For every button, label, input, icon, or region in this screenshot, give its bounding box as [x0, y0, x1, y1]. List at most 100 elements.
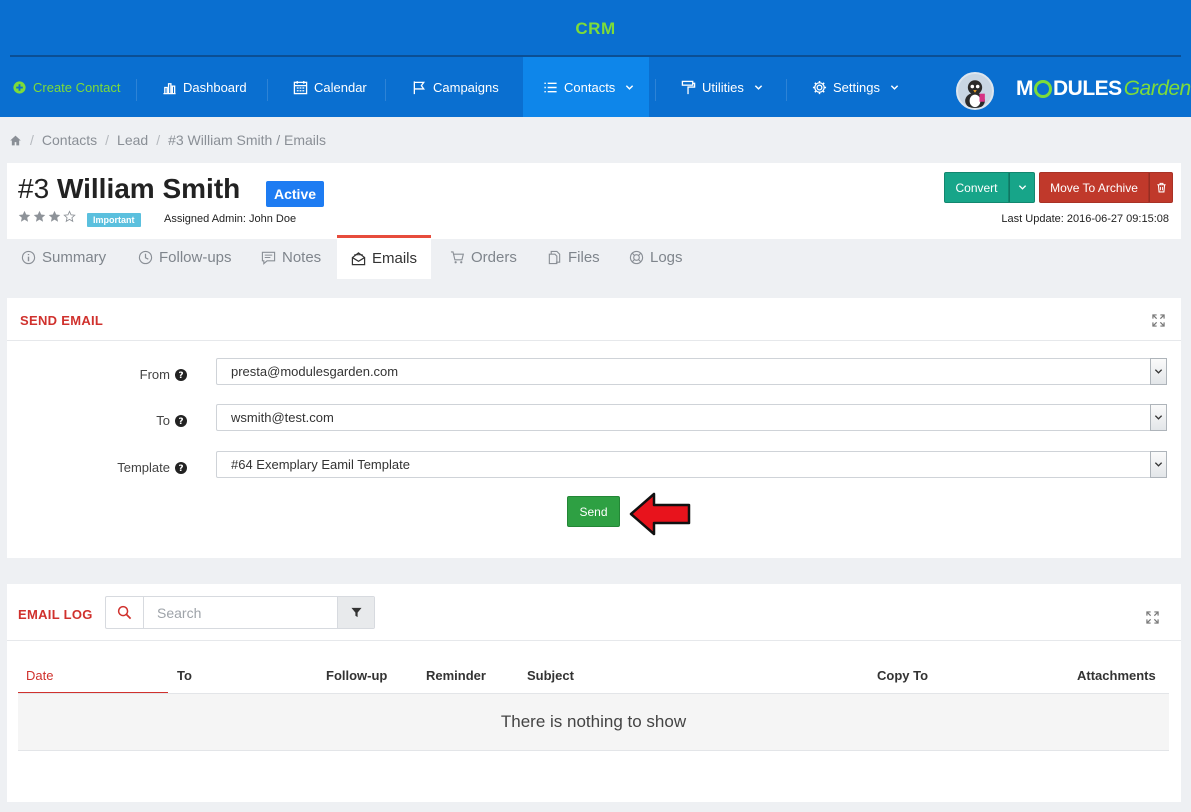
assigned-admin: Assigned Admin: John Doe: [164, 213, 297, 225]
expand-icon[interactable]: [1152, 314, 1165, 327]
nav-campaigns[interactable]: Campaigns: [412, 57, 499, 117]
select-arrow[interactable]: [1150, 404, 1167, 431]
tab-notes-label: Notes: [282, 248, 322, 266]
to-select-value: wsmith@test.com: [231, 410, 334, 425]
star-empty-icon[interactable]: [63, 210, 76, 223]
nav-divider: [136, 79, 137, 101]
rating-stars[interactable]: [18, 210, 76, 223]
column-header-date[interactable]: Date: [26, 668, 53, 683]
send-email-title: SEND EMAIL: [20, 313, 104, 328]
tab-follow-ups[interactable]: Follow-ups: [138, 235, 232, 279]
help-icon[interactable]: ?: [175, 368, 187, 381]
from-label-text: From: [139, 367, 170, 382]
convert-button[interactable]: Convert: [944, 172, 1009, 203]
send-button[interactable]: Send: [567, 496, 620, 527]
nav-create-contact[interactable]: Create Contact: [12, 57, 120, 117]
to-label-text: To: [156, 413, 170, 428]
column-header-to[interactable]: To: [177, 668, 192, 683]
nav-settings-label: Settings: [833, 79, 880, 95]
page-title: #3 William Smith: [18, 173, 240, 205]
tab-orders[interactable]: Orders: [450, 235, 517, 279]
tab-notes[interactable]: Notes: [261, 235, 321, 279]
from-select-value: presta@modulesgarden.com: [231, 364, 399, 379]
tab-files[interactable]: Files: [547, 235, 600, 279]
svg-text:?: ?: [178, 417, 183, 427]
move-to-archive-button[interactable]: Move To Archive: [1039, 172, 1149, 203]
logo-o-ring: [1034, 80, 1052, 98]
life-ring-icon: [629, 250, 644, 264]
envelope-open-icon: [351, 252, 366, 266]
nav-utilities[interactable]: Utilities: [681, 57, 763, 117]
tab-summary-label: Summary: [42, 248, 107, 266]
nav-create-contact-label: Create Contact: [33, 79, 121, 95]
search-group: [105, 596, 375, 629]
nav-contacts[interactable]: Contacts: [523, 57, 649, 117]
nav-calendar[interactable]: Calendar: [293, 57, 367, 117]
template-select-value: #64 Exemplary Eamil Template: [231, 457, 410, 472]
search-icon: [117, 605, 132, 620]
from-label: From ?: [7, 367, 187, 382]
chevron-down-icon: [1154, 415, 1163, 420]
template-select[interactable]: #64 Exemplary Eamil Template: [216, 451, 1167, 478]
chevron-down-icon: [1154, 462, 1163, 467]
flag-icon: [413, 80, 425, 94]
tab-emails[interactable]: Emails: [337, 235, 431, 279]
nav-settings[interactable]: Settings: [812, 57, 899, 117]
nav-utilities-label: Utilities: [702, 79, 744, 95]
logo-text-garden: Garden: [1123, 77, 1191, 100]
list-icon: [544, 82, 557, 92]
from-select[interactable]: presta@modulesgarden.com: [216, 358, 1167, 385]
contact-tabs: Summary Follow-ups Notes Emails Orders F…: [7, 235, 1181, 279]
select-arrow[interactable]: [1150, 358, 1167, 385]
filter-button[interactable]: [337, 597, 374, 628]
breadcrumb-lead[interactable]: Lead: [117, 132, 148, 148]
nav-contacts-label: Contacts: [564, 79, 616, 95]
search-input[interactable]: [145, 597, 337, 628]
star-filled-icon[interactable]: [18, 210, 31, 223]
nav-divider: [267, 79, 268, 101]
avatar[interactable]: [956, 72, 994, 110]
search-button[interactable]: [106, 597, 144, 628]
main-nav: Create Contact Dashboard Calendar Campai…: [0, 57, 1191, 117]
select-arrow[interactable]: [1150, 451, 1167, 478]
nav-divider: [786, 79, 787, 101]
breadcrumb-current: #3 William Smith / Emails: [168, 132, 326, 148]
column-header-attachments[interactable]: Attachments: [1077, 668, 1156, 683]
star-filled-icon[interactable]: [33, 210, 46, 223]
help-icon[interactable]: ?: [175, 461, 187, 474]
top-header: CRM Create Contact Dashboard Calendar Ca…: [0, 0, 1191, 117]
column-header-copy-to[interactable]: Copy To: [877, 668, 928, 683]
convert-dropdown-button[interactable]: [1009, 172, 1035, 203]
tab-orders-label: Orders: [471, 248, 517, 266]
column-header-follow-up[interactable]: Follow-up: [326, 668, 387, 683]
nav-divider: [385, 79, 386, 101]
breadcrumb-separator: /: [105, 132, 110, 148]
expand-icon[interactable]: [1146, 611, 1159, 624]
files-icon: [548, 250, 561, 264]
contact-name: William Smith: [56, 173, 241, 204]
clock-icon: [138, 250, 153, 264]
logo-text-dules: DULES: [1053, 77, 1122, 100]
status-badge: Active: [266, 181, 325, 207]
column-header-subject[interactable]: Subject: [527, 668, 574, 683]
tab-summary[interactable]: Summary: [21, 235, 106, 279]
svg-text:?: ?: [178, 464, 183, 474]
nav-dashboard[interactable]: Dashboard: [162, 57, 247, 117]
delete-button[interactable]: [1149, 172, 1173, 203]
logo-text-m: M: [1016, 77, 1034, 100]
breadcrumb: / Contacts / Lead / #3 William Smith / E…: [9, 131, 326, 149]
breadcrumb-contacts[interactable]: Contacts: [42, 132, 97, 148]
filter-icon: [350, 607, 362, 618]
comment-icon: [261, 251, 276, 265]
home-icon[interactable]: [9, 134, 22, 147]
tab-logs[interactable]: Logs: [629, 235, 683, 279]
to-select[interactable]: wsmith@test.com: [216, 404, 1167, 431]
help-icon[interactable]: ?: [175, 414, 187, 427]
nav-dashboard-label: Dashboard: [183, 79, 247, 95]
chevron-down-icon: [754, 84, 763, 90]
star-filled-icon[interactable]: [48, 210, 61, 223]
calendar-icon: [293, 80, 308, 94]
column-header-reminder[interactable]: Reminder: [426, 668, 486, 683]
email-log-title: EMAIL LOG: [18, 607, 93, 622]
template-label: Template ?: [7, 460, 187, 475]
